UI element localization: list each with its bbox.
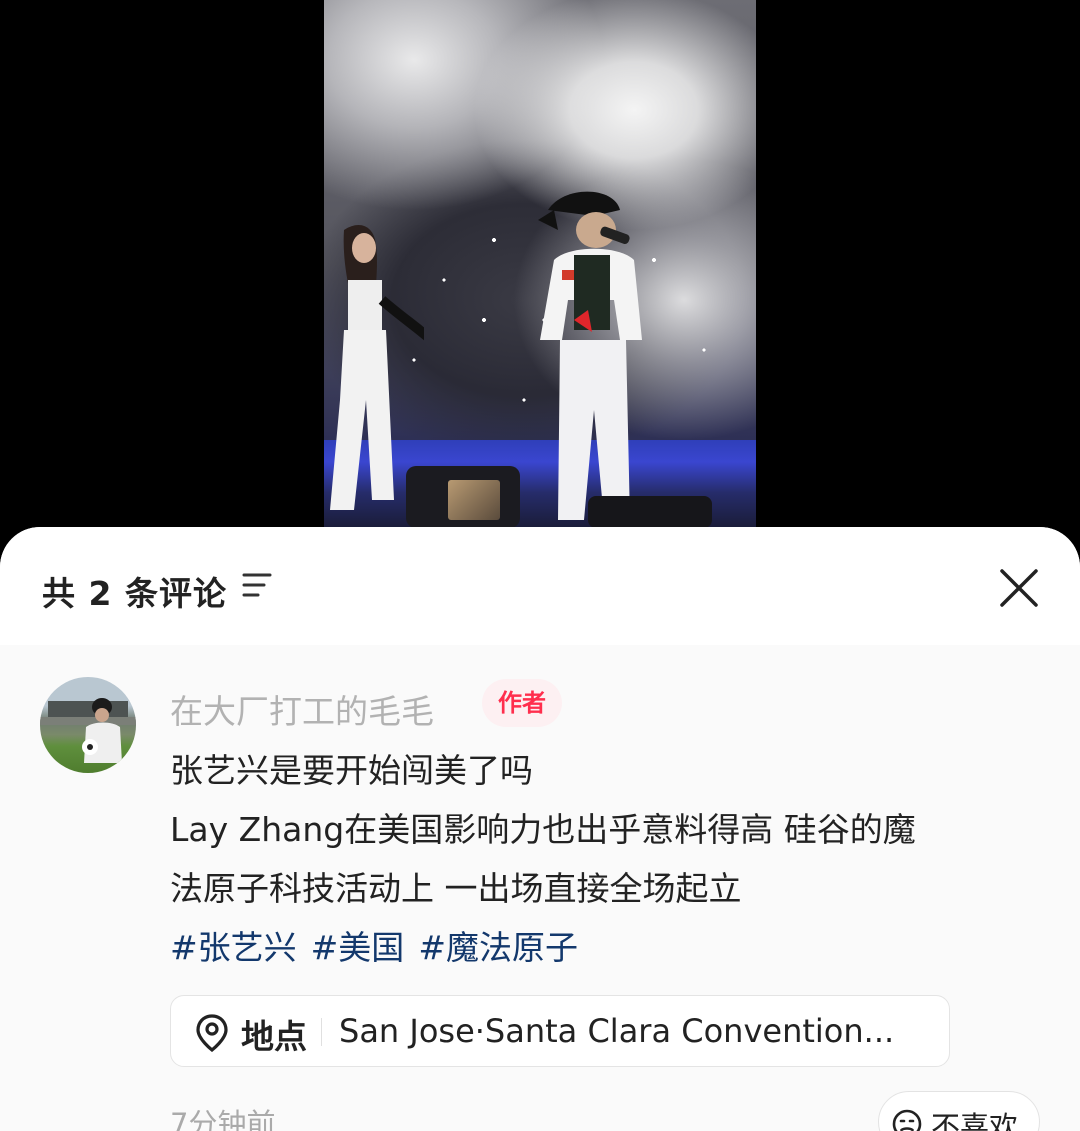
close-icon[interactable]: [996, 565, 1042, 611]
comment-author-name[interactable]: 在大厂打工的毛毛: [170, 685, 434, 733]
comments-sheet: 共 2 条评论 在大厂打工的毛毛 作者 张艺兴是要开始闯美了吗 Lay Zhan…: [0, 527, 1080, 1131]
hashtag-link[interactable]: #张艺兴: [170, 928, 297, 967]
location-divider: [321, 1018, 322, 1046]
comment-text-line: 法原子科技活动上 一出场直接全场起立: [170, 869, 742, 908]
location-label: 地点: [241, 1017, 307, 1056]
video-player[interactable]: [324, 0, 756, 528]
location-value: San Jose·Santa Clara Convention...: [339, 1012, 895, 1050]
comment-text-line: 张艺兴是要开始闯美了吗: [170, 751, 533, 790]
location-tag[interactable]: 地点 San Jose·Santa Clara Convention...: [170, 995, 950, 1067]
avatar-photo: [40, 698, 136, 763]
audience-phone: [588, 496, 712, 528]
hashtag-link[interactable]: #魔法原子: [418, 928, 578, 967]
audience-phone: [406, 466, 520, 528]
comment-count-title: 共 2 条评论: [42, 574, 227, 613]
location-pin-icon: [196, 1014, 228, 1052]
dislike-button[interactable]: 不喜欢: [878, 1091, 1040, 1131]
dislike-label: 不喜欢: [931, 1110, 1019, 1131]
comment-timestamp: 7分钟前: [170, 1107, 276, 1131]
hashtag-link[interactable]: #美国: [311, 928, 405, 967]
comments-header: 共 2 条评论: [0, 527, 1080, 645]
hashtag-list: #张艺兴 #美国 #魔法原子: [170, 918, 1030, 977]
author-badge: 作者: [482, 679, 562, 727]
sort-filter-icon[interactable]: [242, 571, 272, 599]
video-performer-figure: [538, 191, 642, 520]
comment-text: 张艺兴是要开始闯美了吗 Lay Zhang在美国影响力也出乎意料得高 硅谷的魔 …: [170, 741, 1030, 977]
frown-face-icon: [892, 1109, 922, 1131]
avatar[interactable]: [40, 677, 136, 773]
comment-text-line: Lay Zhang在美国影响力也出乎意料得高 硅谷的魔: [170, 810, 916, 849]
